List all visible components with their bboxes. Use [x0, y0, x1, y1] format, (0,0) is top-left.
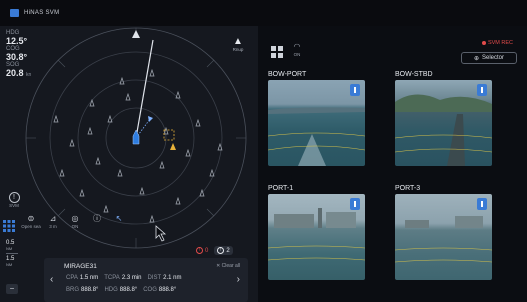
- camera-badge-icon: [477, 198, 487, 210]
- nav-readouts: HDG 12.5° COG 30.8° SOG 20.8 kn: [6, 30, 31, 80]
- target-row-cpa: CPA 1.5 nm TCPA 2.3 min DIST 2.1 nm: [66, 275, 182, 281]
- alert-counters: ! 0 ! 2: [196, 246, 233, 255]
- alarm-icon: !: [196, 247, 203, 254]
- range-selector[interactable]: 0.5 NM 1.5 NM: [6, 240, 30, 267]
- tool-info[interactable]: ⓘ: [86, 212, 108, 238]
- tool-distance[interactable]: ⊿ 3 m: [42, 212, 64, 238]
- distance-icon: ⊿: [49, 214, 57, 223]
- tool-camera[interactable]: ◎ ON: [64, 212, 86, 238]
- cursor-icon: ↖: [115, 214, 123, 223]
- alarm-counter[interactable]: ! 0: [196, 247, 208, 254]
- range-inner[interactable]: 0.5 NM: [6, 240, 30, 251]
- camera-panel: ◠ ON SVM REC ⊕ Selector BOW-PORT BOW-STB…: [258, 26, 527, 302]
- tool-open-sea[interactable]: ⊜ Open sea: [20, 212, 42, 238]
- selector-icon: ⊕: [473, 55, 479, 62]
- camera-feed: [268, 194, 365, 280]
- camera-feed: [268, 80, 365, 166]
- camera-feed: [395, 194, 492, 280]
- camera-feed: [395, 80, 492, 166]
- readout-sog: SOG 20.8 kn: [6, 62, 32, 78]
- tool-cursor[interactable]: ↖: [108, 212, 130, 238]
- warning-icon: !: [217, 247, 225, 254]
- zoom-out-button[interactable]: −: [6, 284, 18, 294]
- apps-grid-icon[interactable]: [3, 220, 15, 232]
- svm-icon: !: [8, 192, 20, 203]
- camera-bow-port[interactable]: BOW-PORT: [268, 70, 365, 166]
- svm-button[interactable]: ! SVM: [6, 192, 22, 208]
- camera-toggle[interactable]: ◠ ON: [290, 42, 304, 57]
- range-divider: [6, 253, 18, 254]
- radar-panel[interactable]: HDG 12.5° COG 30.8° SOG 20.8 kn ▲ Rnup !…: [0, 26, 258, 302]
- camera-badge-icon: [477, 84, 487, 96]
- radar-toolbar: ⊜ Open sea ⊿ 3 m ◎ ON ⓘ ↖: [20, 212, 160, 238]
- camera-port-1[interactable]: PORT-1: [268, 184, 365, 280]
- grid-layout-icon[interactable]: [271, 46, 283, 58]
- clear-all-button[interactable]: ✕ Clear all: [216, 263, 240, 269]
- app-logo-icon: [10, 9, 19, 17]
- target-info-card: MIRAGE31 ✕ Clear all ‹ › CPA 1.5 nm TCPA 2…: [44, 258, 248, 302]
- signal-icon: ◠: [293, 42, 301, 51]
- target-name: MIRAGE31: [64, 263, 97, 270]
- target-row-brg: BRG 888.8° HDG 888.8° COG 888.8°: [66, 287, 177, 293]
- prev-target-icon[interactable]: ‹: [50, 274, 53, 285]
- north-up-button[interactable]: ▲ Rnup: [231, 36, 245, 53]
- camera-bow-stbd[interactable]: BOW-STBD: [395, 70, 492, 166]
- svm-rec-indicator: SVM REC: [481, 40, 513, 46]
- next-target-icon[interactable]: ›: [237, 274, 240, 285]
- info-icon: ⓘ: [93, 214, 101, 223]
- selector-button[interactable]: ⊕ Selector: [461, 52, 517, 64]
- sea-icon: ⊜: [27, 214, 35, 223]
- warning-counter[interactable]: ! 2: [214, 246, 233, 255]
- range-outer[interactable]: 1.5 NM: [6, 256, 30, 267]
- readout-cog: COG 30.8°: [6, 46, 28, 62]
- camera-port-3[interactable]: PORT-3: [395, 184, 492, 280]
- own-ship-icon: [132, 129, 140, 145]
- north-arrow-icon: ▲: [233, 36, 243, 47]
- app-title: HiNAS SVM: [24, 10, 60, 16]
- camera-icon: ◎: [71, 214, 79, 223]
- camera-badge-icon: [350, 84, 360, 96]
- readout-hdg: HDG 12.5°: [6, 30, 28, 46]
- title-bar: HiNAS SVM: [0, 0, 527, 26]
- record-dot-icon: [481, 41, 486, 45]
- camera-badge-icon: [350, 198, 360, 210]
